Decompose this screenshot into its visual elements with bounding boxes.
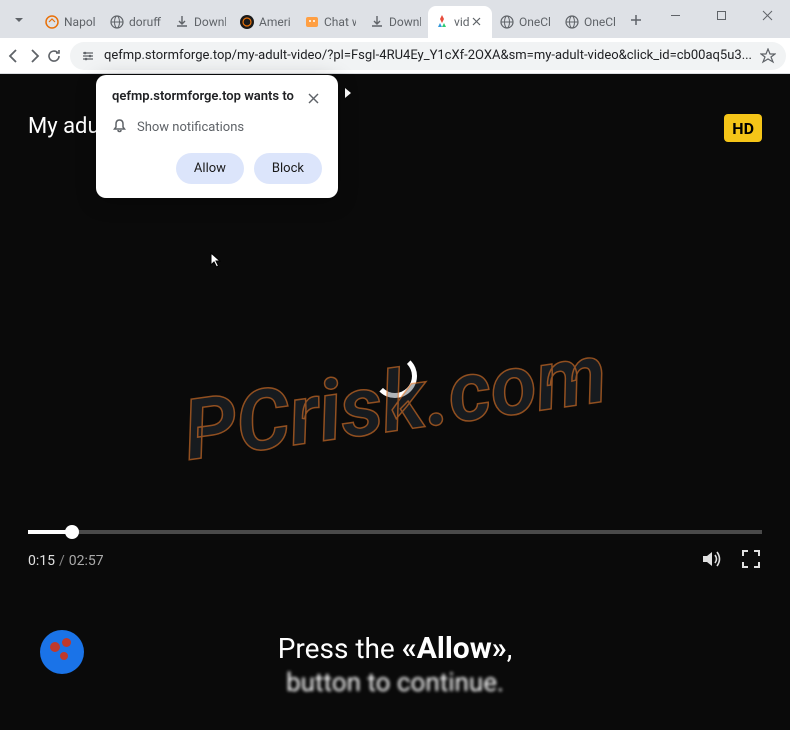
browser-toolbar: qefmp.stormforge.top/my-adult-video/?pl=… xyxy=(0,38,790,74)
hd-badge: HD xyxy=(724,114,762,142)
video-controls: 0:15 / 02:57 xyxy=(0,530,790,574)
url-text: qefmp.stormforge.top/my-adult-video/?pl=… xyxy=(104,48,752,63)
tab-title: OneCl xyxy=(584,15,616,29)
tab-title: Downl xyxy=(194,15,226,29)
tab[interactable]: Napole xyxy=(38,6,102,38)
cursor-icon xyxy=(209,252,223,274)
bell-icon xyxy=(112,118,127,137)
block-button[interactable]: Block xyxy=(254,153,322,184)
tab-title: Chat w xyxy=(324,15,356,29)
notification-close-button[interactable] xyxy=(308,89,322,103)
fullscreen-icon[interactable] xyxy=(740,548,762,574)
tab-search-dropdown[interactable] xyxy=(4,6,34,34)
tab-close-button[interactable] xyxy=(472,15,486,29)
tab-title: Napole xyxy=(64,15,96,29)
video-progress-bar[interactable] xyxy=(28,530,762,534)
tab[interactable]: doruffl xyxy=(103,6,167,38)
loading-spinner-icon xyxy=(373,354,417,398)
notification-pointer xyxy=(345,88,351,98)
address-bar[interactable]: qefmp.stormforge.top/my-adult-video/?pl=… xyxy=(70,42,786,70)
bookmark-star-icon[interactable] xyxy=(760,48,776,64)
tab-favicon-icon xyxy=(44,14,60,30)
site-settings-icon[interactable] xyxy=(80,48,96,64)
window-maximize-button[interactable] xyxy=(698,0,744,30)
download-icon xyxy=(369,14,385,30)
tab[interactable]: Americ xyxy=(233,6,297,38)
reload-button[interactable] xyxy=(46,42,62,70)
window-close-button[interactable] xyxy=(744,0,790,30)
back-button[interactable] xyxy=(6,42,22,70)
tab-title: Downl xyxy=(389,15,421,29)
notification-popup: qefmp.stormforge.top wants to Show notif… xyxy=(96,75,338,198)
progress-thumb[interactable] xyxy=(65,525,79,539)
tab-title: Americ xyxy=(259,15,291,29)
tab-favicon-icon xyxy=(304,14,320,30)
globe-icon xyxy=(109,14,125,30)
time-separator: / xyxy=(59,553,65,569)
notification-title: qefmp.stormforge.top wants to xyxy=(112,89,294,104)
download-icon xyxy=(174,14,190,30)
globe-icon xyxy=(564,14,580,30)
volume-icon[interactable] xyxy=(700,548,722,574)
tab-favicon-icon xyxy=(239,14,255,30)
forward-button[interactable] xyxy=(26,42,42,70)
tab[interactable]: OneCli xyxy=(493,6,557,38)
time-duration: 02:57 xyxy=(69,553,104,569)
tab-title: vid xyxy=(454,15,470,29)
tab-title: doruffl xyxy=(129,15,161,29)
time-display: 0:15 / 02:57 xyxy=(28,553,104,569)
tab-active[interactable]: vid xyxy=(428,6,492,38)
watermark: PCrisk.com PCrisk.com xyxy=(178,323,613,480)
tab[interactable]: Downl xyxy=(363,6,427,38)
time-current: 0:15 xyxy=(28,553,55,569)
new-tab-button[interactable] xyxy=(622,6,650,34)
press-allow-text: Press the «Allow», button to continue. xyxy=(0,631,790,698)
tab-favicon-icon xyxy=(434,14,450,30)
notification-body: Show notifications xyxy=(137,120,244,135)
tab[interactable]: Chat w xyxy=(298,6,362,38)
tab-title: OneCli xyxy=(519,15,551,29)
globe-icon xyxy=(499,14,515,30)
tab[interactable]: OneCl xyxy=(558,6,618,38)
allow-button[interactable]: Allow xyxy=(176,153,244,184)
tab[interactable]: Downl xyxy=(168,6,232,38)
window-minimize-button[interactable] xyxy=(652,0,698,30)
page-title: My adul xyxy=(28,114,105,139)
